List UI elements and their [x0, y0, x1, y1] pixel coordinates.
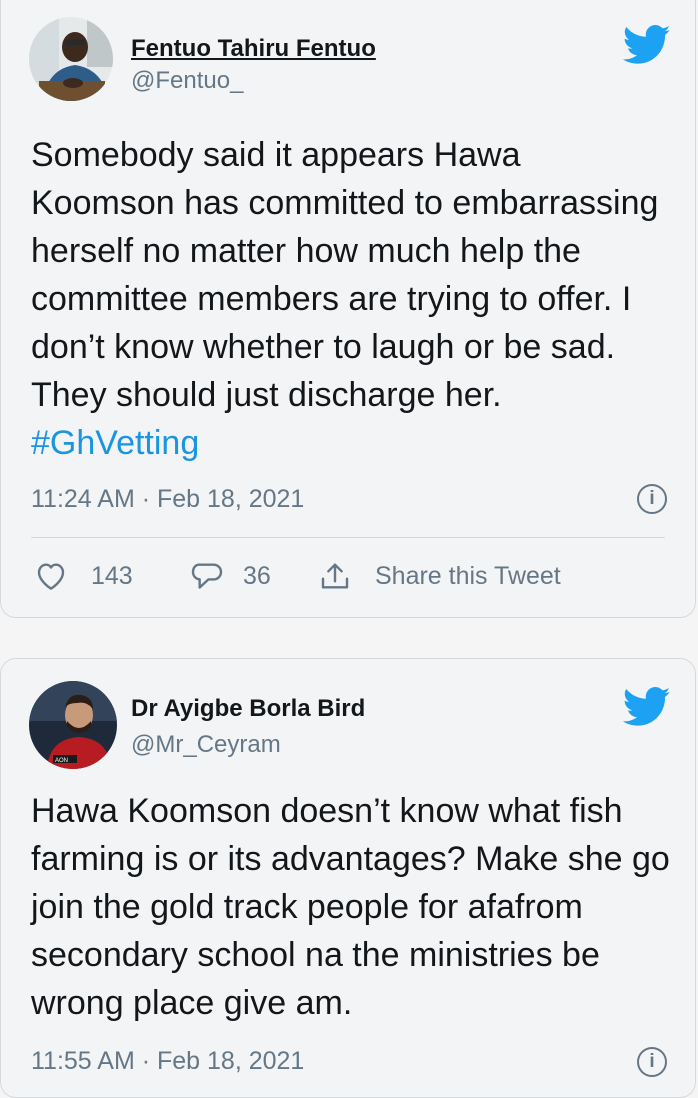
tweet-body: Hawa Koomson doesn’t know what fish farm… — [31, 792, 670, 1022]
tweet-text: Somebody said it appears Hawa Koomson ha… — [31, 131, 671, 467]
tweet-card[interactable]: Fentuo Tahiru Fentuo @Fentuo_ Somebody s… — [0, 0, 696, 618]
reply-icon — [191, 561, 223, 591]
tweet-text: Hawa Koomson doesn’t know what fish farm… — [31, 787, 681, 1027]
share-tweet-button[interactable]: Share this Tweet — [319, 561, 561, 591]
info-icon[interactable]: i — [637, 484, 667, 514]
like-count: 143 — [91, 561, 133, 590]
svg-text:AON: AON — [55, 758, 68, 764]
info-glyph: i — [649, 1051, 655, 1072]
avatar[interactable] — [29, 17, 113, 101]
tweet-body: Somebody said it appears Hawa Koomson ha… — [31, 136, 659, 414]
twitter-bird-icon[interactable] — [622, 687, 671, 727]
tweet-timestamp[interactable]: 11:55 AM · Feb 18, 2021 — [31, 1047, 304, 1076]
info-icon[interactable]: i — [637, 1047, 667, 1077]
display-name[interactable]: Dr Ayigbe Borla Bird — [131, 695, 365, 723]
reply-count: 36 — [243, 561, 271, 590]
divider — [31, 537, 665, 538]
hashtag-link[interactable]: #GhVetting — [31, 424, 199, 462]
twitter-bird-icon[interactable] — [622, 25, 671, 65]
reply-button[interactable]: 36 — [191, 561, 271, 591]
display-name[interactable]: Fentuo Tahiru Fentuo — [131, 35, 376, 63]
like-button[interactable]: 143 — [35, 561, 133, 591]
user-handle[interactable]: @Fentuo_ — [131, 67, 243, 95]
user-handle[interactable]: @Mr_Ceyram — [131, 731, 281, 759]
tweet-timestamp[interactable]: 11:24 AM · Feb 18, 2021 — [31, 485, 304, 514]
share-label: Share this Tweet — [375, 561, 561, 590]
tweet-card[interactable]: AON Dr Ayigbe Borla Bird @Mr_Ceyram Hawa… — [0, 658, 696, 1098]
avatar[interactable]: AON — [29, 681, 117, 769]
heart-icon — [35, 561, 67, 591]
info-glyph: i — [649, 488, 655, 509]
share-icon — [319, 561, 351, 591]
